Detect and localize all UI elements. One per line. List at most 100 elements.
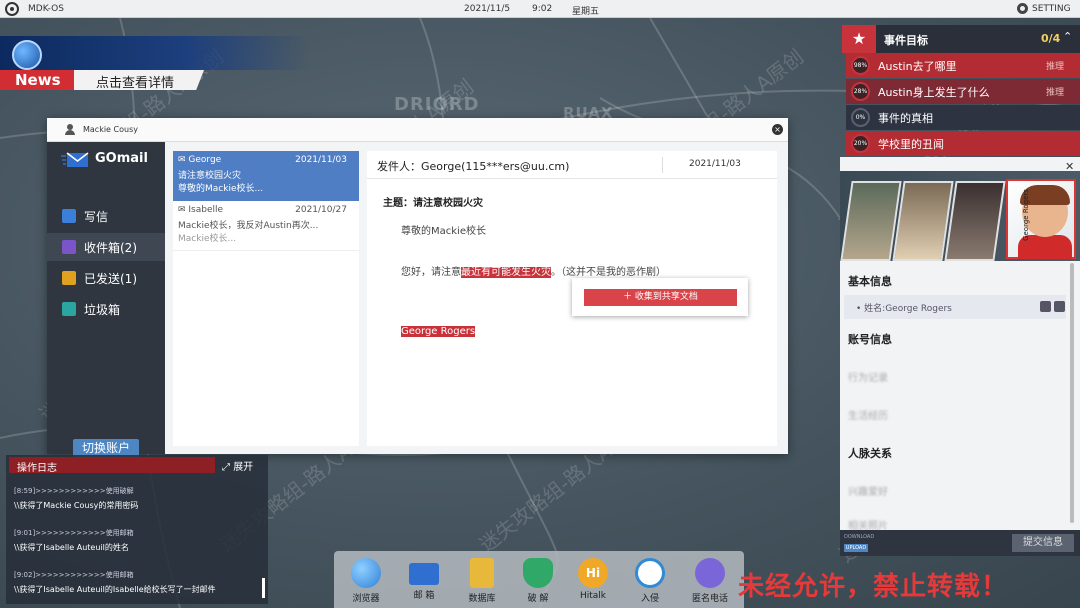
character-portrait[interactable] bbox=[892, 181, 954, 261]
objective-item[interactable]: 20% 学校里的丑闻 bbox=[846, 131, 1080, 156]
chevron-up-icon[interactable]: ⌃ bbox=[1063, 30, 1072, 43]
locked-item: 行为记录 bbox=[848, 373, 888, 384]
objective-item[interactable]: 98% Austin去了哪里 推理 bbox=[846, 53, 1080, 78]
mail-subject: 请注意校园火灾 bbox=[178, 171, 242, 181]
log-time: [9:02]>>>>>>>>>>>>使用邮箱 bbox=[14, 571, 134, 579]
dock-label: 破 解 bbox=[527, 594, 549, 604]
dock-label: Hitalk bbox=[579, 591, 607, 601]
basic-info-row[interactable]: • 姓名:George Rogers bbox=[844, 295, 1066, 319]
star-icon: ★ bbox=[842, 25, 876, 53]
os-logo-icon bbox=[5, 2, 19, 16]
nav-label: 垃圾箱 bbox=[84, 303, 121, 317]
operation-log-title: 操作日志 bbox=[9, 457, 215, 474]
news-detail-link[interactable]: 点击查看详情 bbox=[74, 70, 204, 90]
context-menu: ＋ 收集到共享文档 bbox=[572, 278, 748, 316]
system-time: 9:02 bbox=[532, 4, 553, 14]
operation-log-panel: 操作日志 ⤢ 展开 [8:59]>>>>>>>>>>>>使用破解 \\获得了Ma… bbox=[6, 455, 268, 604]
setting-button[interactable]: SETTING bbox=[1032, 4, 1071, 14]
objective-text: 学校里的丑闻 bbox=[878, 138, 944, 151]
mail-sender: ✉ George bbox=[178, 155, 222, 165]
account-info-title: 账号信息 bbox=[848, 333, 892, 346]
mail-date: 2021/10/27 bbox=[295, 205, 347, 215]
mail-list-item[interactable]: ✉ George 2021/11/03 请注意校园火灾 尊敬的Mackie校长.… bbox=[173, 151, 359, 201]
character-portrait[interactable] bbox=[944, 181, 1006, 261]
app-title: GOmail bbox=[95, 151, 148, 166]
objective-progress: 28% bbox=[851, 82, 870, 101]
gear-icon[interactable] bbox=[1017, 3, 1028, 14]
basic-info-title: 基本信息 bbox=[848, 275, 892, 288]
nav-inbox[interactable]: 收件箱(2) bbox=[47, 233, 165, 261]
upload-label: UPLOAD bbox=[844, 544, 868, 552]
mail-subject: 主题：请注意校园火灾 bbox=[383, 198, 483, 209]
news-banner bbox=[0, 36, 310, 70]
nav-trash[interactable]: 垃圾箱 bbox=[47, 295, 165, 323]
compose-icon bbox=[62, 209, 76, 223]
dock-label: 邮 箱 bbox=[413, 591, 435, 601]
character-portrait[interactable] bbox=[840, 181, 902, 261]
character-portraits: George Rogers bbox=[840, 171, 1080, 261]
hook-icon bbox=[635, 558, 665, 588]
objectives-title: 事件目标 bbox=[884, 34, 928, 47]
objective-text: Austin身上发生了什么 bbox=[878, 86, 990, 99]
mail-signature[interactable]: George Rogers bbox=[401, 326, 476, 337]
dock-mail[interactable]: 邮 箱 bbox=[400, 555, 448, 607]
objective-tag: 推理 bbox=[1046, 88, 1065, 98]
nav-sent[interactable]: 已发送(1) bbox=[47, 264, 165, 292]
nav-label: 收件箱(2) bbox=[84, 241, 137, 255]
divider bbox=[662, 157, 663, 173]
character-panel: ✕ George Rogers 基本信息 • 姓名:George Rogers … bbox=[840, 157, 1080, 556]
mail-sidebar: GOmail 写信 收件箱(2) 已发送(1) 垃圾箱 切换账户 bbox=[47, 142, 165, 457]
system-date: 2021/11/5 bbox=[464, 4, 511, 14]
sent-icon bbox=[62, 271, 76, 285]
expand-button[interactable]: ⤢ 展开 bbox=[222, 458, 253, 473]
nav-compose[interactable]: 写信 bbox=[47, 202, 165, 230]
dock-browser[interactable]: 浏览器 bbox=[342, 555, 390, 607]
mail-date: 2021/11/03 bbox=[295, 155, 347, 165]
collect-to-shared-doc-button[interactable]: ＋ 收集到共享文档 bbox=[584, 289, 737, 306]
objectives-count: 0/4 bbox=[1041, 32, 1061, 45]
social-title: 人脉关系 bbox=[848, 447, 892, 460]
download-label: DOWNLOAD bbox=[844, 534, 875, 540]
mail-preview: 尊敬的Mackie校长... bbox=[178, 184, 264, 194]
shield-icon[interactable] bbox=[1040, 301, 1051, 312]
objectives-header[interactable]: ★ 事件目标 0/4 ⌃ bbox=[842, 25, 1080, 53]
close-icon[interactable]: × bbox=[772, 124, 783, 135]
mail-subject: Mackie校长，我反对Austin再次... bbox=[178, 221, 319, 231]
map-label: DRIORD bbox=[394, 94, 480, 115]
mail-greeting: 尊敬的Mackie校长 bbox=[401, 226, 486, 237]
portrait-name: George Rogers bbox=[1021, 189, 1030, 241]
mail-list: ✉ George 2021/11/03 请注意校园火灾 尊敬的Mackie校长.… bbox=[173, 151, 359, 446]
dock-label: 浏览器 bbox=[352, 594, 380, 604]
character-portrait-selected[interactable]: George Rogers bbox=[1006, 179, 1076, 259]
mail-list-item[interactable]: ✉ Isabelle 2021/10/27 Mackie校长，我反对Austin… bbox=[173, 201, 359, 251]
phone-icon bbox=[695, 558, 725, 588]
log-scrollbar[interactable] bbox=[262, 578, 265, 598]
submit-info-button[interactable]: 提交信息 bbox=[1012, 534, 1074, 552]
character-name: • 姓名:George Rogers bbox=[856, 304, 952, 314]
dock-label: 入侵 bbox=[640, 594, 659, 604]
mail-body-text: 。（这并不是我的恶作剧） bbox=[551, 267, 666, 278]
mail-preview: Mackie校长... bbox=[178, 234, 237, 244]
nav-label: 已发送(1) bbox=[84, 272, 137, 286]
mail-window: Mackie Cousy × GOmail 写信 收件箱(2) 已发送(1) 垃… bbox=[47, 118, 788, 457]
objective-item[interactable]: 0% 事件的真相 bbox=[846, 105, 1080, 130]
mail-header: 发件人：George(115***ers@uu.cm) 2021/11/03 bbox=[367, 151, 777, 179]
highlighted-clue[interactable]: 最近有可能发生火灾 bbox=[461, 267, 551, 278]
log-message: \\获得了Isabelle Auteuil的Isabelle给校长写了一封邮件 bbox=[14, 585, 216, 594]
objective-progress: 20% bbox=[851, 134, 870, 153]
document-icon[interactable] bbox=[1054, 301, 1065, 312]
gomail-logo-icon bbox=[61, 152, 89, 167]
database-icon bbox=[470, 558, 494, 588]
mail-date: 2021/11/03 bbox=[689, 159, 741, 169]
panel-scrollbar[interactable] bbox=[1070, 263, 1074, 523]
nav-label: 写信 bbox=[84, 210, 109, 224]
dock-database[interactable]: 数据库 bbox=[458, 555, 506, 607]
dock-intrude[interactable]: 入侵 bbox=[626, 555, 674, 607]
objective-item[interactable]: 28% Austin身上发生了什么 推理 bbox=[846, 79, 1080, 104]
dock-crack[interactable]: 破 解 bbox=[514, 555, 562, 607]
dock-anon-call[interactable]: 匿名电话 bbox=[686, 555, 734, 607]
mail-body: 您好，请注意最近有可能发生火灾。（这并不是我的恶作剧） bbox=[401, 263, 666, 278]
dock-hitalk[interactable]: Hi Hitalk bbox=[569, 555, 617, 607]
globe-icon bbox=[12, 40, 42, 70]
dock-label: 匿名电话 bbox=[691, 594, 728, 604]
